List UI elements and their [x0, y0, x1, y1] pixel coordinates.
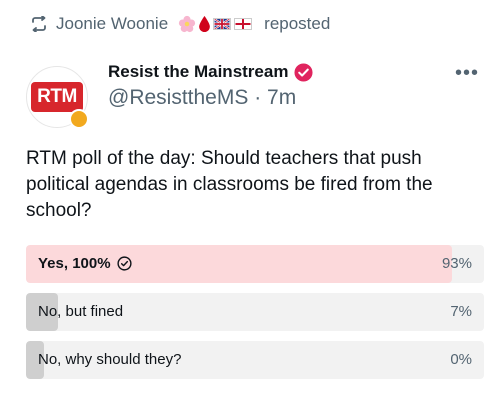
poll-option-label-row: No, but fined [38, 303, 123, 320]
author-name-row[interactable]: Resist the Mainstream [108, 62, 313, 82]
poll-option[interactable]: No, why should they? 0% [26, 341, 484, 379]
poll-option-percent: 93% [441, 255, 472, 272]
england-flag-icon [234, 18, 253, 30]
author-avatar[interactable]: RTM [26, 66, 89, 129]
more-options-icon[interactable]: ••• [455, 62, 479, 85]
author-handle[interactable]: @ResisttheMS [108, 86, 248, 109]
repost-label: reposted [264, 14, 331, 33]
avatar-badge-icon [69, 109, 89, 129]
poll-option-label-row: No, why should they? [38, 351, 181, 368]
repost-user-emojis [178, 15, 253, 33]
selected-check-icon [116, 256, 132, 271]
uk-flag-icon [213, 18, 232, 30]
repost-icon [30, 16, 48, 32]
blood-drop-icon [199, 16, 210, 32]
poll-option-label: Yes, 100% [38, 255, 111, 272]
post-body: RTM poll of the day: Should teachers tha… [26, 148, 433, 221]
repost-header[interactable]: Joonie Woonie reposted [30, 14, 330, 34]
post-time[interactable]: 7m [267, 86, 296, 109]
cherry-blossom-icon [179, 15, 196, 33]
poll-option-label-row: Yes, 100% [38, 255, 132, 272]
poll-option-percent: 7% [450, 303, 472, 320]
poll-option-label: No, why should they? [38, 351, 182, 368]
avatar-logo: RTM [31, 82, 83, 112]
verified-badge-icon [294, 62, 313, 82]
author-handle-row: @ResisttheMS · 7m [108, 86, 296, 110]
poll-option-label: No, but fined [38, 303, 124, 320]
handle-separator: · [254, 86, 262, 109]
poll-option[interactable]: No, but fined 7% [26, 293, 484, 331]
repost-user-name[interactable]: Joonie Woonie [56, 14, 168, 34]
author-name[interactable]: Resist the Mainstream [108, 62, 288, 82]
poll-option-percent: 0% [450, 351, 472, 368]
poll-option[interactable]: Yes, 100% 93% [26, 245, 484, 283]
